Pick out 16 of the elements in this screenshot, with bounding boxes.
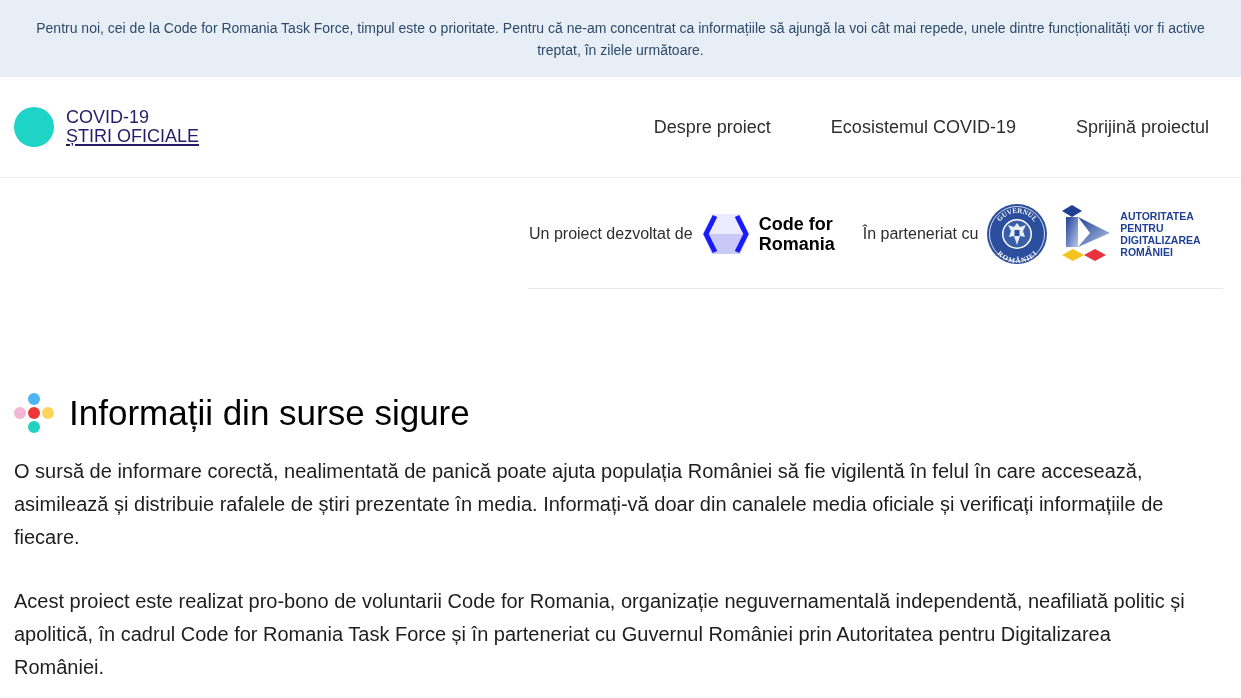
nav-link[interactable]: Ecosistemul COVID-19 [830, 113, 1016, 141]
developed-by-label: Un proiect dezvoltat de [529, 224, 693, 244]
nav-link[interactable]: Despre proiect [653, 113, 771, 141]
notice-text: Pentru noi, cei de la Code for Romania Task Force, timpul este o prioritate. Pentru că ne-am concentrat ca informațiile să ajungă la voi cât mai repede, unele dintre funcționalități vor fi active treptat, în zilele următoare. [35, 18, 1206, 60]
body-paragraph: O sursă de informare corectă, nealimentată de panică poate ajuta populația României să fie vigilentă în felul în care accesează, asimilează și distribuie rafalele de știri prezentate în media. Informați-vă doar din canalele media oficiale și verificați informațiile de fiecare. [14, 459, 1165, 550]
dots-flower-icon [14, 393, 54, 433]
logo-title: COVID-19 [66, 108, 151, 127]
circle-logo-icon [14, 107, 54, 147]
code-for-romania-logo-text: Code for Romania [758, 214, 835, 254]
hexagon-logo-icon [702, 214, 749, 254]
logo-link[interactable]: ȘTIRI OFICIALE [66, 127, 200, 146]
section-heading: Informații din surse sigure [69, 392, 470, 434]
body-paragraph: Acest proiect este realizat pro-bono de voluntarii Code for Romania, organizație neguvernamentală independentă, neafiliată politic și apolitică, în cadrul Code for Romania Task Force și în parteneriat cu Guvernul României prin Autoritatea pentru Digitalizarea României. [14, 589, 1186, 680]
nav-link[interactable]: Sprijină proiectul [1075, 113, 1209, 141]
partnership-label: În parteneriat cu [862, 223, 979, 244]
authority-logo-text: AUTORITATEA PENTRU DIGITALIZAREA ROMÂNIEI [1120, 210, 1201, 258]
